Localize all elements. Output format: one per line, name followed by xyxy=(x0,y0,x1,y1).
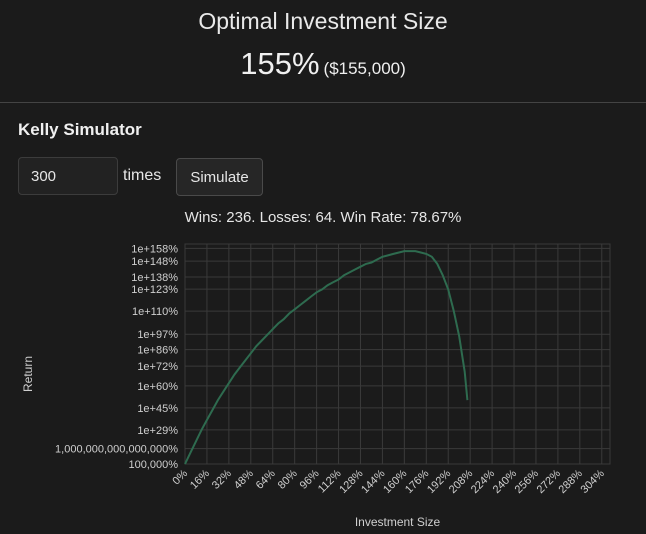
y-tick-label: 1e+158% xyxy=(131,243,178,255)
x-tick-label: 192% xyxy=(425,467,454,496)
x-tick-label: 16% xyxy=(188,467,212,491)
x-tick-label: 128% xyxy=(337,467,366,496)
y-tick-label: 1e+72% xyxy=(137,361,178,373)
kelly-chart: 100,000% 1,000,000,000,000,000% 1e+29% 1e+4… xyxy=(21,243,611,529)
x-tick-label: 48% xyxy=(232,467,256,491)
y-tick-label: 1e+29% xyxy=(137,425,178,437)
chart-series xyxy=(184,250,469,465)
x-tick-label: 224% xyxy=(469,467,498,496)
y-tick-label: 1e+138% xyxy=(131,272,178,284)
x-tick-label: 144% xyxy=(359,467,388,496)
x-axis-title: Investment Size xyxy=(355,515,441,529)
series-line xyxy=(184,250,469,465)
optimal-amount: ($155,000) xyxy=(323,59,406,78)
y-axis-title: Return xyxy=(21,356,35,392)
y-tick-labels: 100,000% 1,000,000,000,000,000% 1e+29% 1e+4… xyxy=(55,243,178,471)
y-tick-label: 100,000% xyxy=(128,459,178,471)
simulation-stats: Wins: 236. Losses: 64. Win Rate: 78.67% xyxy=(184,209,462,226)
page-title: Optimal Investment Size xyxy=(198,8,448,34)
simulate-button[interactable]: Simulate xyxy=(176,158,263,196)
section-title: Kelly Simulator xyxy=(18,120,142,139)
x-tick-label: 176% xyxy=(403,467,432,496)
x-tick-label: 32% xyxy=(210,467,234,491)
header: Optimal Investment Size 155% ($155,000) xyxy=(0,0,646,102)
x-tick-label: 288% xyxy=(557,467,586,496)
y-tick-label: 1e+97% xyxy=(137,329,178,341)
y-tick-label: 1,000,000,000,000,000% xyxy=(55,444,178,456)
x-tick-label: 80% xyxy=(276,467,300,491)
y-tick-label: 1e+123% xyxy=(131,284,178,296)
times-input[interactable] xyxy=(18,157,118,195)
x-tick-label: 64% xyxy=(254,467,278,491)
x-tick-label: 256% xyxy=(513,467,542,496)
times-label: times xyxy=(123,167,162,184)
chart-grid xyxy=(184,243,611,465)
divider xyxy=(0,102,646,103)
x-tick-label: 160% xyxy=(381,467,410,496)
x-tick-label: 240% xyxy=(491,467,520,496)
x-tick-label: 208% xyxy=(447,467,476,496)
y-tick-label: 1e+86% xyxy=(137,345,178,357)
y-tick-label: 1e+60% xyxy=(137,381,178,393)
y-tick-label: 1e+110% xyxy=(132,306,178,318)
optimal-percent: 155% xyxy=(240,46,320,81)
y-tick-label: 1e+148% xyxy=(131,256,178,268)
x-tick-label: 304% xyxy=(579,467,608,496)
x-tick-labels: 0%16%32%48%64%80%96%112%128%144%160%176%… xyxy=(170,467,607,496)
y-tick-label: 1e+45% xyxy=(137,403,178,415)
optimal-size-value: 155% ($155,000) xyxy=(0,46,646,82)
x-tick-label: 272% xyxy=(535,467,564,496)
